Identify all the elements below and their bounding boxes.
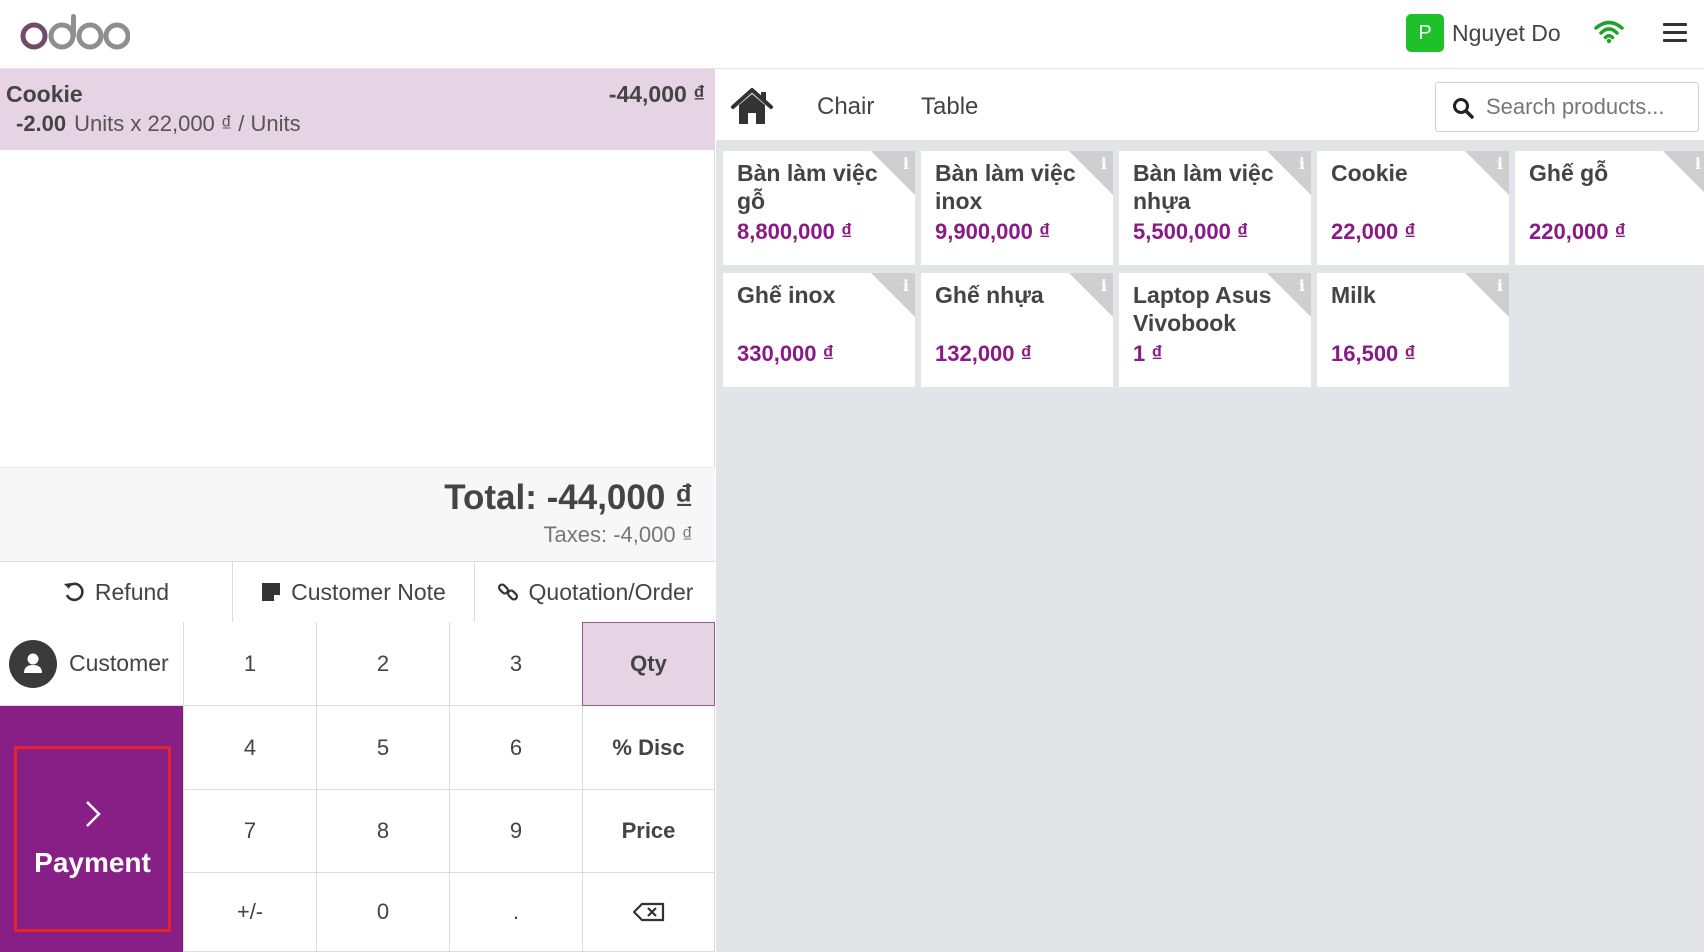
customer-note-label: Customer Note — [291, 578, 446, 605]
product-card[interactable]: Cookie 22,000 ₫ i — [1317, 151, 1509, 265]
hamburger-menu-icon[interactable] — [1663, 23, 1687, 45]
undo-icon — [63, 582, 84, 602]
customer-label: Customer — [69, 650, 169, 676]
product-card[interactable]: Bàn làm việc inox 9,900,000 ₫ i — [921, 151, 1113, 265]
order-taxes: Taxes: -4,000 ₫ — [543, 522, 693, 547]
product-card[interactable]: Ghế nhựa 132,000 ₫ i — [921, 273, 1113, 387]
refund-label: Refund — [94, 578, 170, 605]
control-buttons: Refund Customer Note Quotation/Order — [0, 561, 715, 622]
numpad-key-2[interactable]: 2 — [316, 622, 450, 706]
product-card[interactable]: Bàn làm việc nhựa 5,500,000 ₫ i — [1119, 151, 1311, 265]
order-line-quantity: -2.00 — [16, 111, 67, 136]
refund-button[interactable]: Refund — [0, 562, 233, 622]
order-panel: Cookie -44,000 ₫ -2.00 Units x 22,000 ₫ /… — [0, 69, 715, 952]
link-icon — [497, 583, 518, 601]
numpad-key-1[interactable]: 1 — [183, 622, 317, 706]
payment-button[interactable]: Payment — [0, 706, 184, 952]
numpad-key-6[interactable]: 6 — [449, 706, 583, 790]
numpad: 1 2 3 Qty 4 5 6 % Disc 7 8 9 Price +/- 0… — [183, 622, 715, 952]
customer-button[interactable]: Customer — [0, 622, 184, 706]
order-line-unit-price: Units x 22,000 ₫ / Units — [74, 111, 301, 136]
search-icon — [1453, 98, 1474, 119]
order-totals: Total: -44,000 ₫ Taxes: -4,000 ₫ — [0, 467, 715, 561]
numpad-key-4[interactable]: 4 — [183, 706, 317, 790]
numpad-key-7[interactable]: 7 — [183, 790, 317, 873]
odoo-logo[interactable] — [20, 10, 130, 58]
product-price: 22,000 ₫ — [1331, 219, 1416, 244]
numpad-key-0[interactable]: 0 — [316, 873, 450, 952]
product-card[interactable]: Laptop Asus Vivobook 1 ₫ i — [1119, 273, 1311, 387]
order-line-detail: -2.00 Units x 22,000 ₫ / Units — [16, 111, 301, 137]
numpad-key-9[interactable]: 9 — [449, 790, 583, 873]
numpad-mode-discount[interactable]: % Disc — [582, 706, 715, 790]
product-card[interactable]: Ghế gỗ 220,000 ₫ i — [1515, 151, 1704, 265]
category-chair[interactable]: Chair — [817, 93, 874, 121]
product-card[interactable]: Ghế inox 330,000 ₫ i — [723, 273, 915, 387]
payment-label: Payment — [34, 847, 151, 878]
payment-highlight: Payment — [14, 746, 171, 932]
category-table[interactable]: Table — [921, 93, 978, 121]
product-price: 9,900,000 ₫ — [935, 219, 1051, 244]
product-panel: Chair Table Bàn làm việc gỗ 8,800,000 ₫ … — [716, 69, 1704, 952]
numpad-key-sign[interactable]: +/- — [183, 873, 317, 952]
product-price: 220,000 ₫ — [1529, 219, 1626, 244]
category-bar: Chair Table — [716, 69, 1704, 144]
product-card[interactable]: Bàn làm việc gỗ 8,800,000 ₫ i — [723, 151, 915, 265]
wifi-icon — [1594, 20, 1624, 44]
numpad-key-5[interactable]: 5 — [316, 706, 450, 790]
product-price: 330,000 ₫ — [737, 341, 834, 366]
order-line-product: Cookie — [6, 81, 83, 107]
quotation-order-label: Quotation/Order — [528, 578, 694, 605]
product-price: 16,500 ₫ — [1331, 341, 1416, 366]
search-box — [1435, 82, 1699, 132]
home-icon[interactable] — [730, 87, 774, 127]
order-line[interactable]: Cookie -44,000 ₫ -2.00 Units x 22,000 ₫ /… — [0, 69, 715, 150]
numpad-mode-qty[interactable]: Qty — [582, 622, 715, 706]
order-total: Total: -44,000 ₫ — [444, 478, 693, 517]
quotation-order-button[interactable]: Quotation/Order — [475, 562, 715, 622]
backspace-icon — [632, 902, 664, 922]
numpad-key-decimal[interactable]: . — [449, 873, 583, 952]
product-price: 1 ₫ — [1133, 341, 1163, 366]
user-name: Nguyet Do — [1452, 19, 1561, 46]
user-icon — [9, 639, 57, 688]
product-price: 8,800,000 ₫ — [737, 219, 853, 244]
chevron-right-icon — [85, 801, 101, 827]
numpad-key-8[interactable]: 8 — [316, 790, 450, 873]
user-avatar: P — [1406, 14, 1444, 52]
user-menu[interactable]: P Nguyet Do — [1406, 14, 1561, 52]
backspace-key[interactable] — [582, 873, 715, 952]
numpad-key-3[interactable]: 3 — [449, 622, 583, 706]
sticky-note-icon — [262, 583, 281, 601]
top-bar: P Nguyet Do — [0, 0, 1704, 69]
order-line-total: -44,000 ₫ — [608, 81, 705, 107]
numpad-mode-price[interactable]: Price — [582, 790, 715, 873]
customer-note-button[interactable]: Customer Note — [233, 562, 475, 622]
product-card[interactable]: Milk 16,500 ₫ i — [1317, 273, 1509, 387]
search-input[interactable] — [1486, 83, 1691, 131]
product-price: 5,500,000 ₫ — [1133, 219, 1249, 244]
product-price: 132,000 ₫ — [935, 341, 1032, 366]
